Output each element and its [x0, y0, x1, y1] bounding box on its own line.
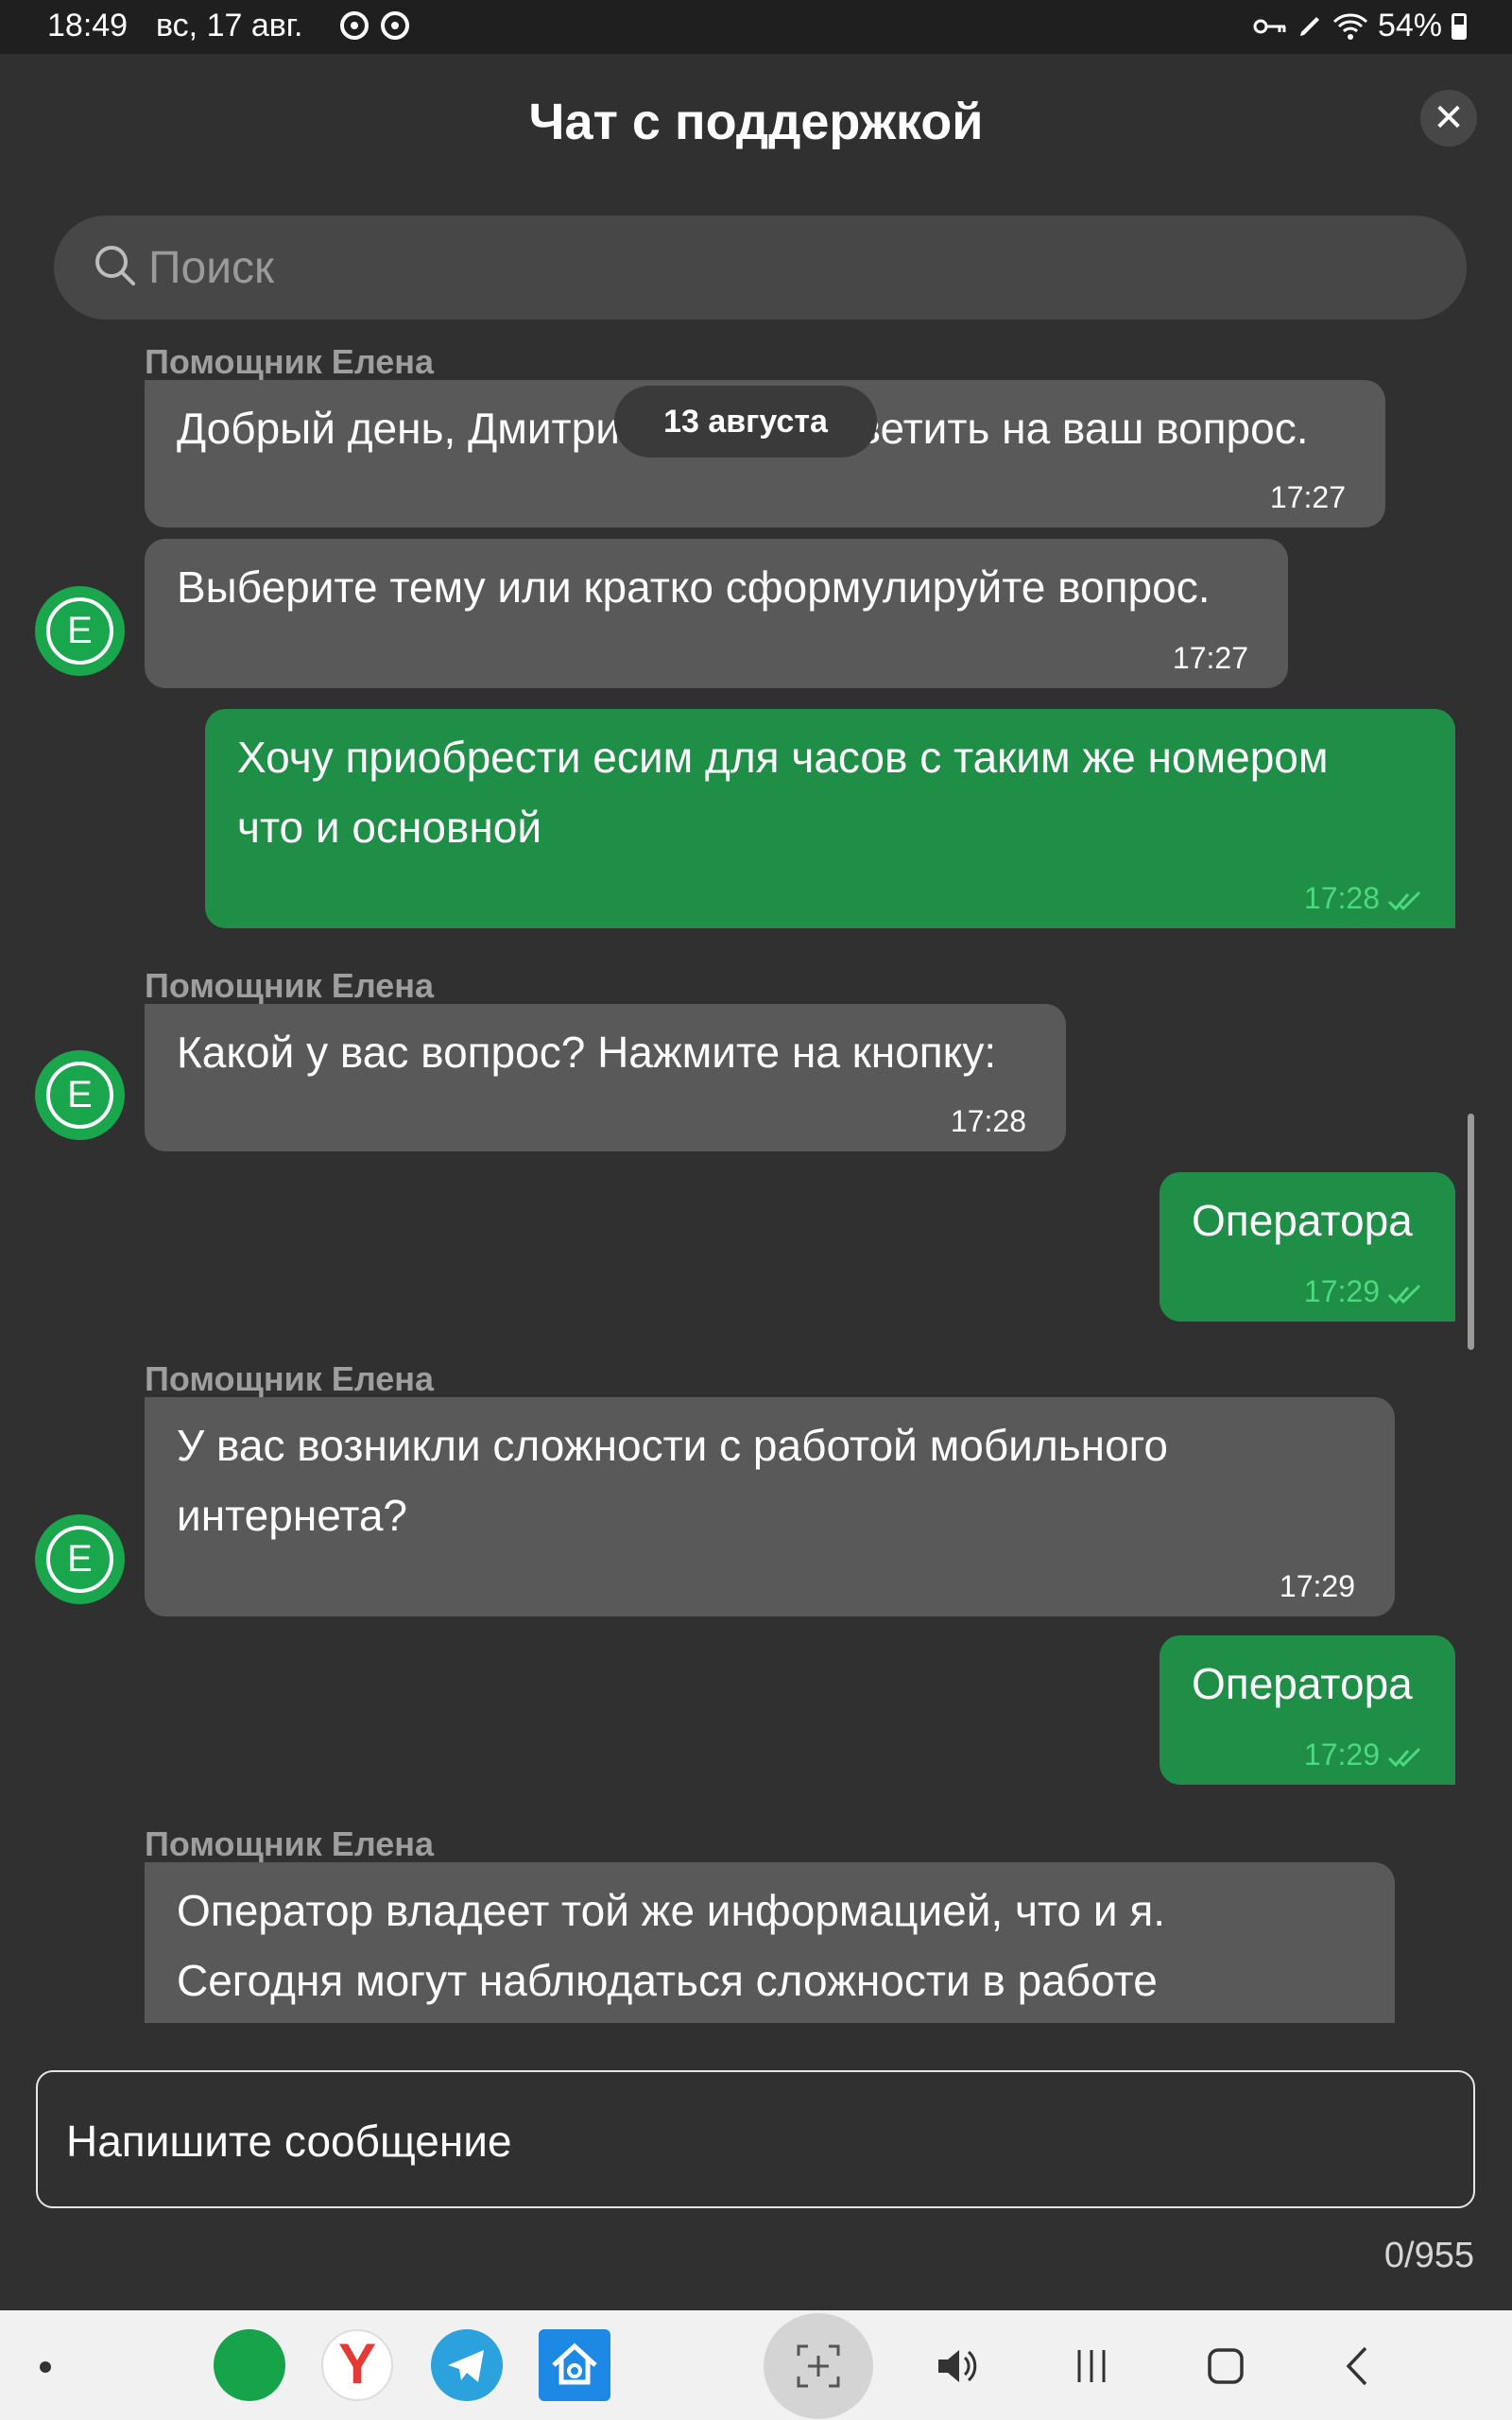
chat-messages[interactable]: Помощник Елена Добрый день, Дмитрий! Гот… [0, 321, 1512, 2023]
message-text-line: интернета? [177, 1491, 407, 1540]
close-icon: ✕ [1433, 97, 1465, 139]
message-text-line: Оператор владеет той же информацией, что… [177, 1886, 1166, 1935]
megafon-app-icon[interactable] [214, 2329, 285, 2401]
avatar: E [35, 586, 125, 676]
battery-percent: 54% [1377, 8, 1442, 43]
screenshot-icon [797, 2344, 840, 2388]
message-text: Оператора [1192, 1196, 1413, 1245]
page-title: Чат с поддержкой [528, 94, 984, 150]
message-bubble-incoming[interactable]: Выберите тему или кратко сформулируйте в… [145, 539, 1288, 688]
search-input[interactable]: Поиск [54, 216, 1467, 320]
status-bar: 18:49 вс, 17 авг. 54% [0, 0, 1512, 54]
message-bubble-incoming[interactable]: Оператор владеет той же информацией, что… [145, 1862, 1395, 2023]
status-right: 54% [1253, 8, 1467, 44]
double-check-icon [1387, 1284, 1421, 1305]
message-time: 17:27 [1172, 641, 1248, 675]
battery-icon [1452, 12, 1467, 40]
volume-icon[interactable] [933, 2342, 980, 2390]
character-counter: 0/955 [1383, 2236, 1474, 2275]
message-input[interactable]: Напишите сообщение [36, 2070, 1475, 2208]
double-check-icon [1387, 890, 1421, 911]
pen-icon [1299, 16, 1319, 36]
message-time: 17:27 [1269, 480, 1346, 514]
taskbar-dot [40, 2361, 51, 2373]
telegram-app-icon[interactable] [431, 2329, 503, 2401]
message-time: 17:29 [1303, 1274, 1380, 1308]
message-time: 17:29 [1303, 1737, 1380, 1772]
message-text: Какой у вас вопрос? Нажмите на кнопку: [177, 1028, 997, 1077]
message-bubble-outgoing[interactable]: Хочу приобрести есим для часов с таким ж… [205, 709, 1455, 928]
message-text-line: Сегодня могут наблюдаться сложности в ра… [177, 1956, 1158, 2005]
yandex-app-icon[interactable]: Y [321, 2329, 393, 2401]
message-input-placeholder: Напишите сообщение [66, 2117, 512, 2166]
message-bubble-outgoing[interactable]: Оператора 17:29 [1160, 1172, 1455, 1322]
message-text: Выберите тему или кратко сформулируйте в… [177, 562, 1211, 612]
back-icon[interactable] [1335, 2342, 1383, 2390]
message-time: 17:29 [1279, 1569, 1355, 1603]
close-button[interactable]: ✕ [1420, 90, 1477, 147]
message-text: Оператора [1192, 1659, 1413, 1708]
sender-name: Помощник Елена [145, 1359, 434, 1398]
sender-name: Помощник Елена [145, 1824, 434, 1863]
avatar-letter: E [46, 1062, 113, 1129]
status-time: 18:49 [47, 8, 129, 43]
message-bubble-incoming[interactable]: Какой у вас вопрос? Нажмите на кнопку: 1… [145, 1004, 1066, 1151]
avatar: E [35, 1050, 125, 1140]
notification-icon [381, 11, 409, 40]
avatar: E [35, 1514, 125, 1604]
screenshot-button[interactable] [764, 2313, 873, 2419]
message-text-line: Хочу приобрести есим для часов с таким ж… [237, 733, 1329, 782]
home-icon[interactable] [1202, 2342, 1249, 2390]
notification-icon [340, 11, 369, 40]
message-bubble-outgoing[interactable]: Оператора 17:29 [1160, 1635, 1455, 1785]
search-icon [95, 246, 135, 285]
message-time: 17:28 [950, 1104, 1026, 1138]
system-navigation-bar: Y [0, 2310, 1512, 2420]
message-text-line: У вас возникли сложности с работой мобил… [177, 1421, 1169, 1470]
sender-name: Помощник Елена [145, 342, 434, 381]
scrollbar[interactable] [1468, 1114, 1474, 1350]
date-separator: 13 августа [614, 386, 877, 458]
search-placeholder: Поиск [148, 243, 275, 293]
avatar-letter: E [46, 597, 113, 665]
message-time: 17:28 [1303, 881, 1380, 915]
wifi-icon [1332, 12, 1367, 40]
double-check-icon [1387, 1747, 1421, 1768]
message-bubble-incoming[interactable]: У вас возникли сложности с работой мобил… [145, 1397, 1395, 1616]
message-text-line: что и основной [237, 803, 542, 852]
smart-home-app-icon[interactable] [539, 2329, 610, 2401]
sender-name: Помощник Елена [145, 966, 434, 1005]
recent-apps-icon[interactable] [1068, 2342, 1115, 2390]
avatar-letter: E [46, 1526, 113, 1593]
vpn-key-icon [1253, 19, 1286, 33]
status-date: вс, 17 авг. [156, 8, 303, 43]
